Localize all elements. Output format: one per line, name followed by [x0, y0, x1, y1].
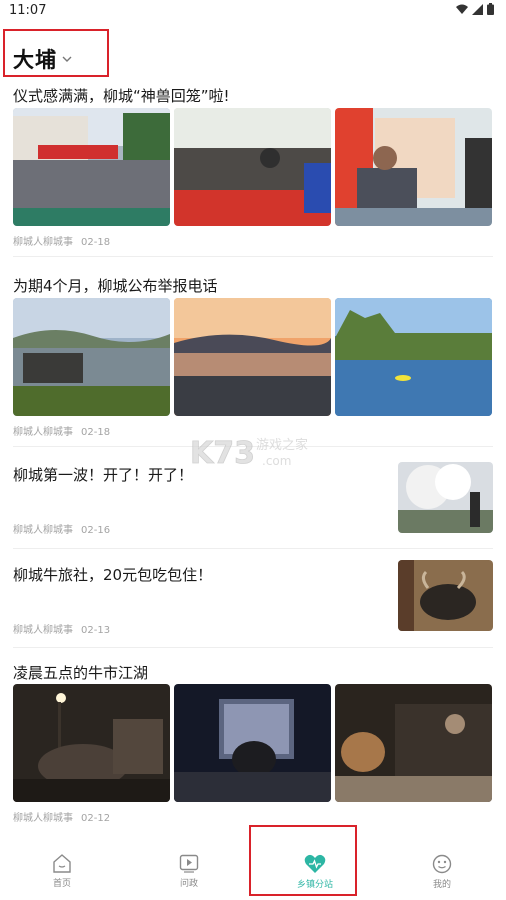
watermark-line1: 游戏之家: [256, 437, 308, 453]
article-date: 02-12: [81, 813, 111, 824]
play-icon: [179, 854, 199, 873]
article-title: 为期4个月，柳城公布举报电话: [13, 277, 218, 295]
status-bar: 11:07: [0, 0, 506, 22]
article-images: [13, 108, 492, 226]
article-meta: 柳城人柳城事 02-16: [13, 521, 110, 536]
wifi-icon: [456, 4, 468, 14]
article-date: 02-18: [81, 237, 111, 248]
article-image: [13, 108, 170, 226]
divider: [13, 548, 493, 549]
article-source: 柳城人柳城事: [13, 427, 73, 438]
article-card[interactable]: 柳城第一波！开了！开了！ 柳城人柳城事 02-16: [13, 462, 493, 544]
article-image: [174, 298, 331, 416]
article-card[interactable]: 仪式感满满，柳城“神兽回笼”啦! 柳城人柳城事 02-18: [13, 85, 493, 250]
article-title: 仪式感满满，柳城“神兽回笼”啦!: [13, 87, 230, 105]
location-selector[interactable]: 大埔: [13, 44, 72, 74]
divider: [13, 256, 493, 257]
tab-mine[interactable]: 我的: [392, 854, 492, 890]
article-images: [13, 684, 492, 802]
article-card[interactable]: 柳城牛旅社，20元包吃包住！ 柳城人柳城事 02-13: [13, 560, 493, 644]
article-date: 02-13: [81, 625, 111, 636]
article-card[interactable]: 为期4个月，柳城公布举报电话 柳城人柳城事 02-18: [13, 275, 493, 438]
article-meta: 柳城人柳城事 02-18: [13, 423, 110, 438]
watermark: K73 游戏之家 .com: [190, 433, 320, 475]
article-title: 凌晨五点的牛市江湖: [13, 664, 149, 682]
article-card[interactable]: 凌晨五点的牛市江湖 柳城人柳城事 02-12: [13, 662, 493, 827]
tab-mine-label: 我的: [432, 880, 451, 890]
status-icons: [456, 3, 494, 15]
article-meta: 柳城人柳城事 02-13: [13, 621, 110, 636]
article-image: [174, 684, 331, 802]
status-time: 11:07: [9, 3, 47, 18]
tab-wenzheng[interactable]: 问政: [139, 854, 239, 889]
location-name: 大埔: [13, 48, 57, 72]
article-image: [335, 298, 492, 416]
home-icon: [53, 854, 71, 873]
smile-icon: [432, 854, 452, 874]
article-thumbnail: [398, 462, 493, 533]
article-image: [174, 108, 331, 226]
tab-township[interactable]: 乡镇分站: [265, 854, 365, 890]
bottom-tab-bar: 首页 问政 乡镇分站 我的: [0, 848, 506, 900]
article-image: [13, 298, 170, 416]
watermark-line2: .com: [262, 454, 291, 468]
watermark-brand: K73: [190, 436, 255, 471]
tab-wenzheng-label: 问政: [179, 879, 198, 889]
article-date: 02-18: [81, 427, 111, 438]
divider: [13, 647, 493, 648]
article-source: 柳城人柳城事: [13, 813, 73, 824]
tab-home-label: 首页: [52, 879, 71, 889]
battery-icon: [487, 3, 494, 15]
signal-icon: [472, 3, 483, 15]
tab-township-label: 乡镇分站: [296, 880, 333, 890]
article-date: 02-16: [81, 525, 111, 536]
article-image: [335, 684, 492, 802]
article-image: [335, 108, 492, 226]
article-image: [13, 684, 170, 802]
article-source: 柳城人柳城事: [13, 525, 73, 536]
article-source: 柳城人柳城事: [13, 625, 73, 636]
article-meta: 柳城人柳城事 02-12: [13, 809, 110, 824]
article-thumbnail: [398, 560, 493, 631]
heart-icon: [304, 854, 326, 873]
chevron-down-icon: [62, 56, 72, 62]
article-source: 柳城人柳城事: [13, 237, 73, 248]
article-images: [13, 298, 492, 416]
tab-home[interactable]: 首页: [12, 854, 112, 889]
article-meta: 柳城人柳城事 02-18: [13, 233, 110, 248]
